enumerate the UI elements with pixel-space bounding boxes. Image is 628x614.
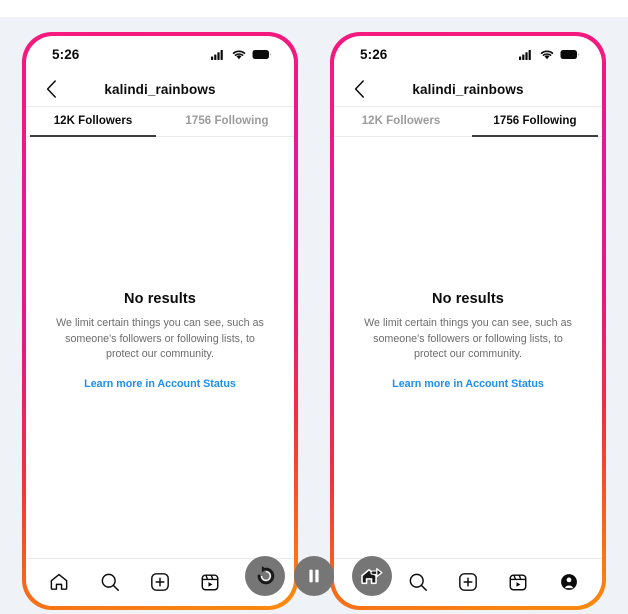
wifi-icon — [232, 49, 246, 60]
status-bar-icons — [519, 49, 580, 60]
content-area: No results We limit certain things you c… — [334, 137, 602, 558]
empty-state: No results We limit certain things you c… — [26, 291, 294, 392]
search-icon[interactable] — [93, 565, 127, 599]
empty-state-title: No results — [432, 291, 504, 307]
tab-following[interactable]: 1756 Following — [160, 107, 294, 137]
tab-following-label: 1756 Following — [185, 115, 269, 127]
page-title: kalindi_rainbows — [104, 81, 216, 97]
screenshot-root: 5:26 kalindi_rainbows 12K Followers 1756… — [0, 0, 628, 614]
profile-avatar-icon[interactable] — [552, 565, 586, 599]
app-header: kalindi_rainbows — [334, 72, 602, 106]
reels-icon[interactable] — [193, 565, 227, 599]
phone-mockup-right: 5:26 kalindi_rainbows 12K Followers 1756… — [330, 32, 606, 610]
battery-icon — [252, 49, 272, 60]
account-status-link[interactable]: Learn more in Account Status — [392, 378, 544, 390]
chevron-left-icon[interactable] — [348, 78, 370, 100]
tab-followers-label: 12K Followers — [53, 115, 133, 127]
tab-following[interactable]: 1756 Following — [468, 107, 602, 137]
status-time: 5:26 — [52, 46, 80, 62]
search-icon[interactable] — [401, 565, 435, 599]
profile-tabs: 12K Followers 1756 Following — [334, 106, 602, 137]
tab-followers-label: 12K Followers — [361, 115, 441, 127]
status-bar: 5:26 — [26, 36, 294, 72]
page-title: kalindi_rainbows — [412, 81, 524, 97]
forward-home-action-button[interactable] — [352, 556, 392, 596]
pause-icon — [304, 566, 324, 586]
tab-followers[interactable]: 12K Followers — [26, 107, 160, 137]
app-header: kalindi_rainbows — [26, 72, 294, 106]
home-icon[interactable] — [42, 565, 76, 599]
empty-state-body: We limit certain things you can see, suc… — [364, 317, 572, 361]
empty-state-title: No results — [124, 291, 196, 307]
reels-icon[interactable] — [501, 565, 535, 599]
chevron-left-icon[interactable] — [40, 78, 62, 100]
cellular-signal-icon — [211, 49, 226, 60]
pause-action-button[interactable] — [294, 556, 334, 596]
tab-following-label: 1756 Following — [493, 115, 577, 127]
account-status-link[interactable]: Learn more in Account Status — [84, 378, 236, 390]
status-bar: 5:26 — [334, 36, 602, 72]
add-post-icon[interactable] — [143, 565, 177, 599]
profile-tabs: 12K Followers 1756 Following — [26, 106, 294, 137]
back-arrow-circle-icon — [254, 565, 276, 587]
phone-screen-left: 5:26 kalindi_rainbows 12K Followers 1756… — [26, 36, 294, 606]
status-time: 5:26 — [360, 46, 388, 62]
phone-mockup-left: 5:26 kalindi_rainbows 12K Followers 1756… — [22, 32, 298, 610]
empty-state: No results We limit certain things you c… — [334, 291, 602, 392]
add-post-icon[interactable] — [451, 565, 485, 599]
phone-screen-right: 5:26 kalindi_rainbows 12K Followers 1756… — [334, 36, 602, 606]
content-area: No results We limit certain things you c… — [26, 137, 294, 558]
tab-followers[interactable]: 12K Followers — [334, 107, 468, 137]
back-action-button[interactable] — [245, 556, 285, 596]
empty-state-body: We limit certain things you can see, suc… — [56, 317, 264, 361]
battery-icon — [560, 49, 580, 60]
wifi-icon — [540, 49, 554, 60]
status-bar-icons — [211, 49, 272, 60]
cellular-signal-icon — [519, 49, 534, 60]
home-forward-arrow-icon — [360, 564, 384, 588]
